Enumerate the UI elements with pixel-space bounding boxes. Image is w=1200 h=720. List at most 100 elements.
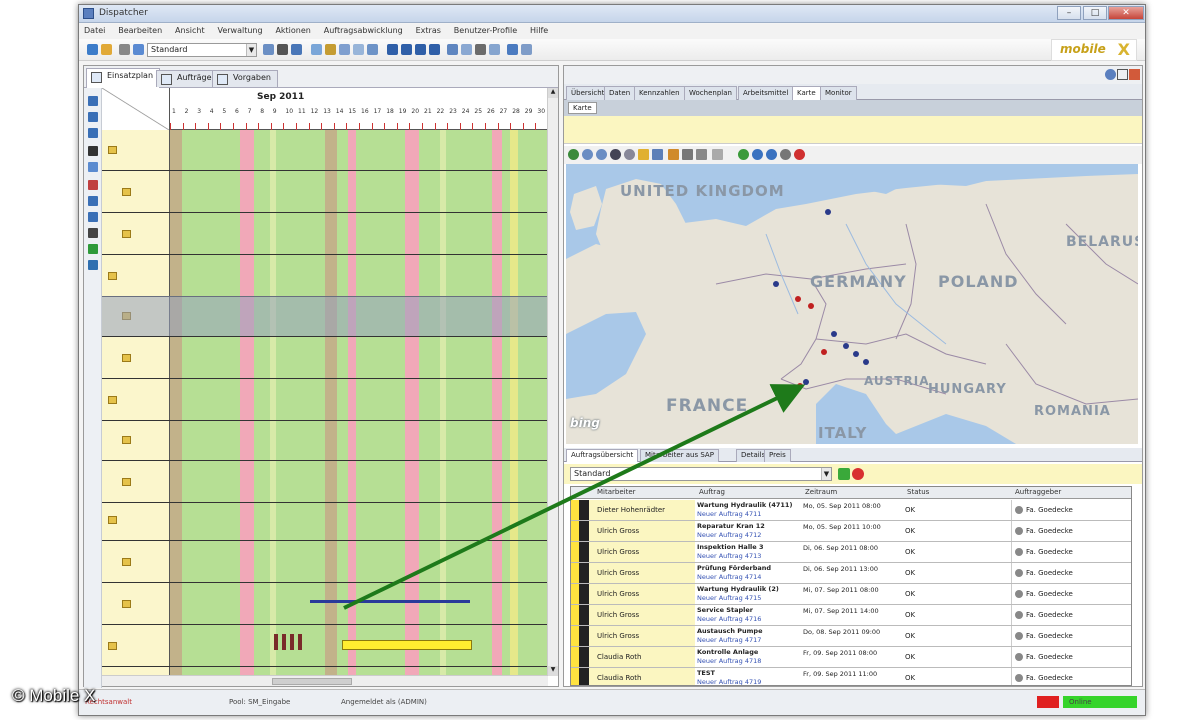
tab-einsatzplan[interactable]: Einsatzplan xyxy=(86,68,161,88)
appointment-marker[interactable] xyxy=(298,634,302,650)
mail-icon[interactable] xyxy=(447,44,458,55)
tab-preis[interactable]: Preis xyxy=(764,449,791,462)
map-marker[interactable] xyxy=(803,379,809,385)
table-row[interactable]: Ulrich Gross Service Stapler Neuer Auftrag… xyxy=(571,605,1131,626)
tools-icon[interactable] xyxy=(780,149,791,160)
table-row[interactable]: Dieter Hohenrädter Wartung Hydraulik (471… xyxy=(571,500,1131,521)
map-marker[interactable] xyxy=(797,383,803,389)
filter-icon[interactable] xyxy=(263,44,274,55)
group-icon[interactable] xyxy=(415,44,426,55)
chart-icon[interactable] xyxy=(88,260,98,270)
appointment-marker[interactable] xyxy=(290,634,294,650)
export-icon[interactable] xyxy=(489,44,500,55)
check-icon[interactable] xyxy=(88,244,98,254)
resource-row[interactable] xyxy=(108,516,120,524)
layers-icon[interactable] xyxy=(652,149,663,160)
tab-kennzahlen[interactable]: Kennzahlen xyxy=(634,86,685,100)
appointment-marker[interactable] xyxy=(282,634,286,650)
menu-profile[interactable]: Benutzer-Profile xyxy=(449,24,522,37)
user-remove-icon[interactable] xyxy=(429,44,440,55)
subtab-karte[interactable]: Karte xyxy=(568,102,597,114)
col-mitarbeiter[interactable]: Mitarbeiter xyxy=(597,488,636,496)
help-icon[interactable] xyxy=(1105,69,1116,80)
scroll-down-icon[interactable]: ▼ xyxy=(548,666,558,676)
resource-row[interactable] xyxy=(122,478,134,486)
print-map-icon[interactable] xyxy=(682,149,693,160)
menu-datei[interactable]: Datei xyxy=(79,24,110,37)
table-row[interactable]: Ulrich Gross Austausch Pumpe Neuer Auftrag… xyxy=(571,626,1131,647)
resource-row[interactable] xyxy=(108,642,120,650)
list-icon[interactable] xyxy=(325,44,336,55)
apply-filter-icon[interactable] xyxy=(838,468,850,480)
layout-icon[interactable] xyxy=(521,44,532,55)
table-row[interactable]: Ulrich Gross Prüfung Förderband Neuer Auft… xyxy=(571,563,1131,584)
tab-wochenplan[interactable]: Wochenplan xyxy=(684,86,737,100)
map-marker[interactable] xyxy=(821,349,827,355)
map-marker[interactable] xyxy=(795,296,801,302)
help-map-icon[interactable] xyxy=(794,149,805,160)
order-link[interactable]: Neuer Auftrag 4719 xyxy=(697,678,799,685)
calendar-icon[interactable] xyxy=(133,44,144,55)
zoom-out-icon[interactable] xyxy=(596,149,607,160)
order-link[interactable]: Neuer Auftrag 4713 xyxy=(697,552,799,561)
refresh-icon[interactable] xyxy=(277,44,288,55)
chevron-down-icon[interactable]: ▼ xyxy=(246,44,256,56)
globe-icon[interactable] xyxy=(568,149,579,160)
order-link[interactable]: Neuer Auftrag 4712 xyxy=(697,531,799,540)
order-bar[interactable] xyxy=(342,640,472,650)
map-marker[interactable] xyxy=(773,281,779,287)
table-row[interactable]: Claudia Roth TEST Neuer Auftrag 4719 Fr, 09… xyxy=(571,668,1131,685)
user-icon[interactable] xyxy=(387,44,398,55)
menu-extras[interactable]: Extras xyxy=(411,24,446,37)
resource-row[interactable] xyxy=(122,230,134,238)
close-button[interactable]: ✕ xyxy=(1108,6,1144,20)
order-link[interactable]: Neuer Auftrag 4718 xyxy=(697,657,799,666)
map-view[interactable]: UNITED KINGDOM GERMANY POLAND BELARUS FR… xyxy=(566,164,1138,444)
tab-vorgaben[interactable]: Vorgaben xyxy=(212,70,278,87)
home-icon[interactable] xyxy=(87,44,98,55)
order-link[interactable]: Neuer Auftrag 4715 xyxy=(697,594,799,603)
rows-icon[interactable] xyxy=(367,44,378,55)
folder-icon[interactable] xyxy=(101,44,112,55)
appointment-marker[interactable] xyxy=(274,634,278,650)
gear-icon[interactable] xyxy=(119,44,130,55)
lock-icon[interactable] xyxy=(88,228,98,238)
minimize-button[interactable]: – xyxy=(1057,6,1081,20)
scroll-up-icon[interactable]: ▲ xyxy=(548,88,558,98)
document-icon[interactable] xyxy=(461,44,472,55)
refresh-map-icon[interactable] xyxy=(738,149,749,160)
order-link[interactable]: Neuer Auftrag 4711 xyxy=(697,510,799,519)
forward-icon[interactable] xyxy=(752,149,763,160)
order-link[interactable]: Neuer Auftrag 4714 xyxy=(697,573,799,582)
gantt-hscroll[interactable] xyxy=(102,675,548,686)
map-marker[interactable] xyxy=(843,343,849,349)
gantt-vscroll[interactable]: ▲ ▼ xyxy=(547,88,558,676)
col-auftraggeber[interactable]: Auftraggeber xyxy=(1015,488,1061,496)
scroll-thumb[interactable] xyxy=(272,678,352,685)
document-map-icon[interactable] xyxy=(712,149,723,160)
align-bottom-icon[interactable] xyxy=(88,128,98,138)
grid-icon[interactable] xyxy=(311,44,322,55)
home-map-icon[interactable] xyxy=(668,149,679,160)
measure-icon[interactable] xyxy=(624,149,635,160)
order-link[interactable]: Neuer Auftrag 4716 xyxy=(697,615,799,624)
menu-auftragsabwicklung[interactable]: Auftragsabwicklung xyxy=(319,24,408,37)
clear-filter-icon[interactable] xyxy=(852,468,864,480)
align-top-icon[interactable] xyxy=(88,96,98,106)
chevron-down-icon[interactable]: ▼ xyxy=(821,468,831,480)
col-status[interactable]: Status xyxy=(907,488,929,496)
col-zeitraum[interactable]: Zeitraum xyxy=(805,488,837,496)
user-add-icon[interactable] xyxy=(401,44,412,55)
tab-monitor[interactable]: Monitor xyxy=(820,86,857,100)
expand-icon[interactable] xyxy=(88,146,98,156)
zoom-in-icon[interactable] xyxy=(582,149,593,160)
folder-open-icon[interactable] xyxy=(638,149,649,160)
menu-ansicht[interactable]: Ansicht xyxy=(170,24,210,37)
resource-row[interactable] xyxy=(122,600,134,608)
table-icon[interactable] xyxy=(339,44,350,55)
tab-daten[interactable]: Daten xyxy=(604,86,636,100)
map-marker[interactable] xyxy=(808,303,814,309)
tab-uebersicht[interactable]: Übersicht xyxy=(566,86,610,100)
route-icon[interactable] xyxy=(766,149,777,160)
map-marker[interactable] xyxy=(831,331,837,337)
